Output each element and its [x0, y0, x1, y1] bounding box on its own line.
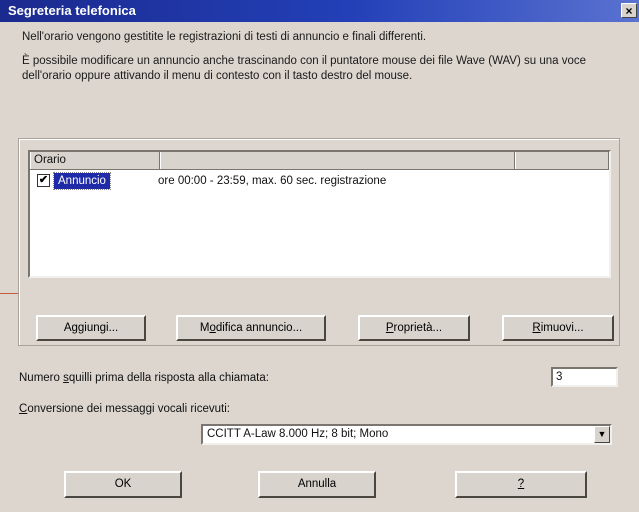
- column-header-2[interactable]: [160, 152, 515, 169]
- help-button-label: ?: [517, 478, 525, 490]
- list-header: Orario: [30, 152, 609, 170]
- remove-button-label-b: imuovi...: [540, 322, 584, 334]
- conversion-format-value: CCITT A-Law 8.000 Hz; 8 bit; Mono: [207, 428, 389, 440]
- properties-button[interactable]: Proprietà...: [358, 315, 470, 341]
- enable-checkbox[interactable]: ✔: [37, 174, 50, 187]
- add-button-label-b: giungi...: [77, 322, 119, 334]
- rings-count-input[interactable]: 3: [551, 367, 618, 387]
- title-bar[interactable]: Segreteria telefonica ×: [0, 0, 639, 22]
- column-header-orario[interactable]: Orario: [30, 152, 160, 169]
- chevron-down-icon: ▼: [597, 429, 607, 439]
- remove-button[interactable]: Rimuovi...: [502, 315, 614, 341]
- phone-answering-dialog: Segreteria telefonica × Nell'orario veng…: [0, 0, 639, 512]
- window-title: Segreteria telefonica: [8, 3, 136, 18]
- edit-button-label-a: M: [199, 322, 210, 334]
- column-header-3[interactable]: [515, 152, 609, 169]
- dropdown-arrow-icon[interactable]: ▼: [594, 426, 610, 443]
- rings-label: Numero squilli prima della risposta alla…: [19, 371, 269, 386]
- rings-label-b: quilli prima della risposta alla chiamat…: [68, 372, 269, 384]
- description-line-1: Nell'orario vengono gestitite le registr…: [22, 31, 427, 43]
- close-button[interactable]: ×: [621, 3, 637, 18]
- remove-button-accel: R: [532, 322, 541, 334]
- rings-label-a: Numero: [19, 372, 64, 384]
- checkmark-icon: ✔: [38, 174, 49, 186]
- conversion-label-text: onversione dei messaggi vocali ricevuti:: [27, 403, 230, 415]
- props-button-accel: P: [385, 322, 394, 334]
- list-item-detail: ore 00:00 - 23:59, max. 60 sec. registra…: [158, 175, 387, 187]
- schedule-list[interactable]: Orario ✔ Annuncio ore 00:00 - 23:59, max…: [28, 150, 611, 278]
- conversion-label: Conversione dei messaggi vocali ricevuti…: [19, 402, 230, 417]
- ok-button[interactable]: OK: [64, 471, 182, 498]
- list-item[interactable]: ✔ Annuncio ore 00:00 - 23:59, max. 60 se…: [30, 172, 609, 190]
- help-button[interactable]: ?: [455, 471, 587, 498]
- cancel-button[interactable]: Annulla: [258, 471, 376, 498]
- add-button[interactable]: Aggiungi...: [36, 315, 146, 341]
- close-icon: ×: [625, 4, 633, 18]
- description-line-2: È possibile modificare un annuncio anche…: [22, 55, 587, 82]
- edit-announcement-button[interactable]: Modifica annuncio...: [176, 315, 326, 341]
- list-item-label[interactable]: Annuncio: [53, 172, 111, 190]
- red-marker-line: [0, 293, 18, 294]
- conversion-format-select[interactable]: CCITT A-Law 8.000 Hz; 8 bit; Mono ▼: [201, 424, 612, 445]
- props-button-label-b: roprietà...: [393, 322, 443, 334]
- edit-button-label-b: difica annuncio...: [215, 322, 303, 334]
